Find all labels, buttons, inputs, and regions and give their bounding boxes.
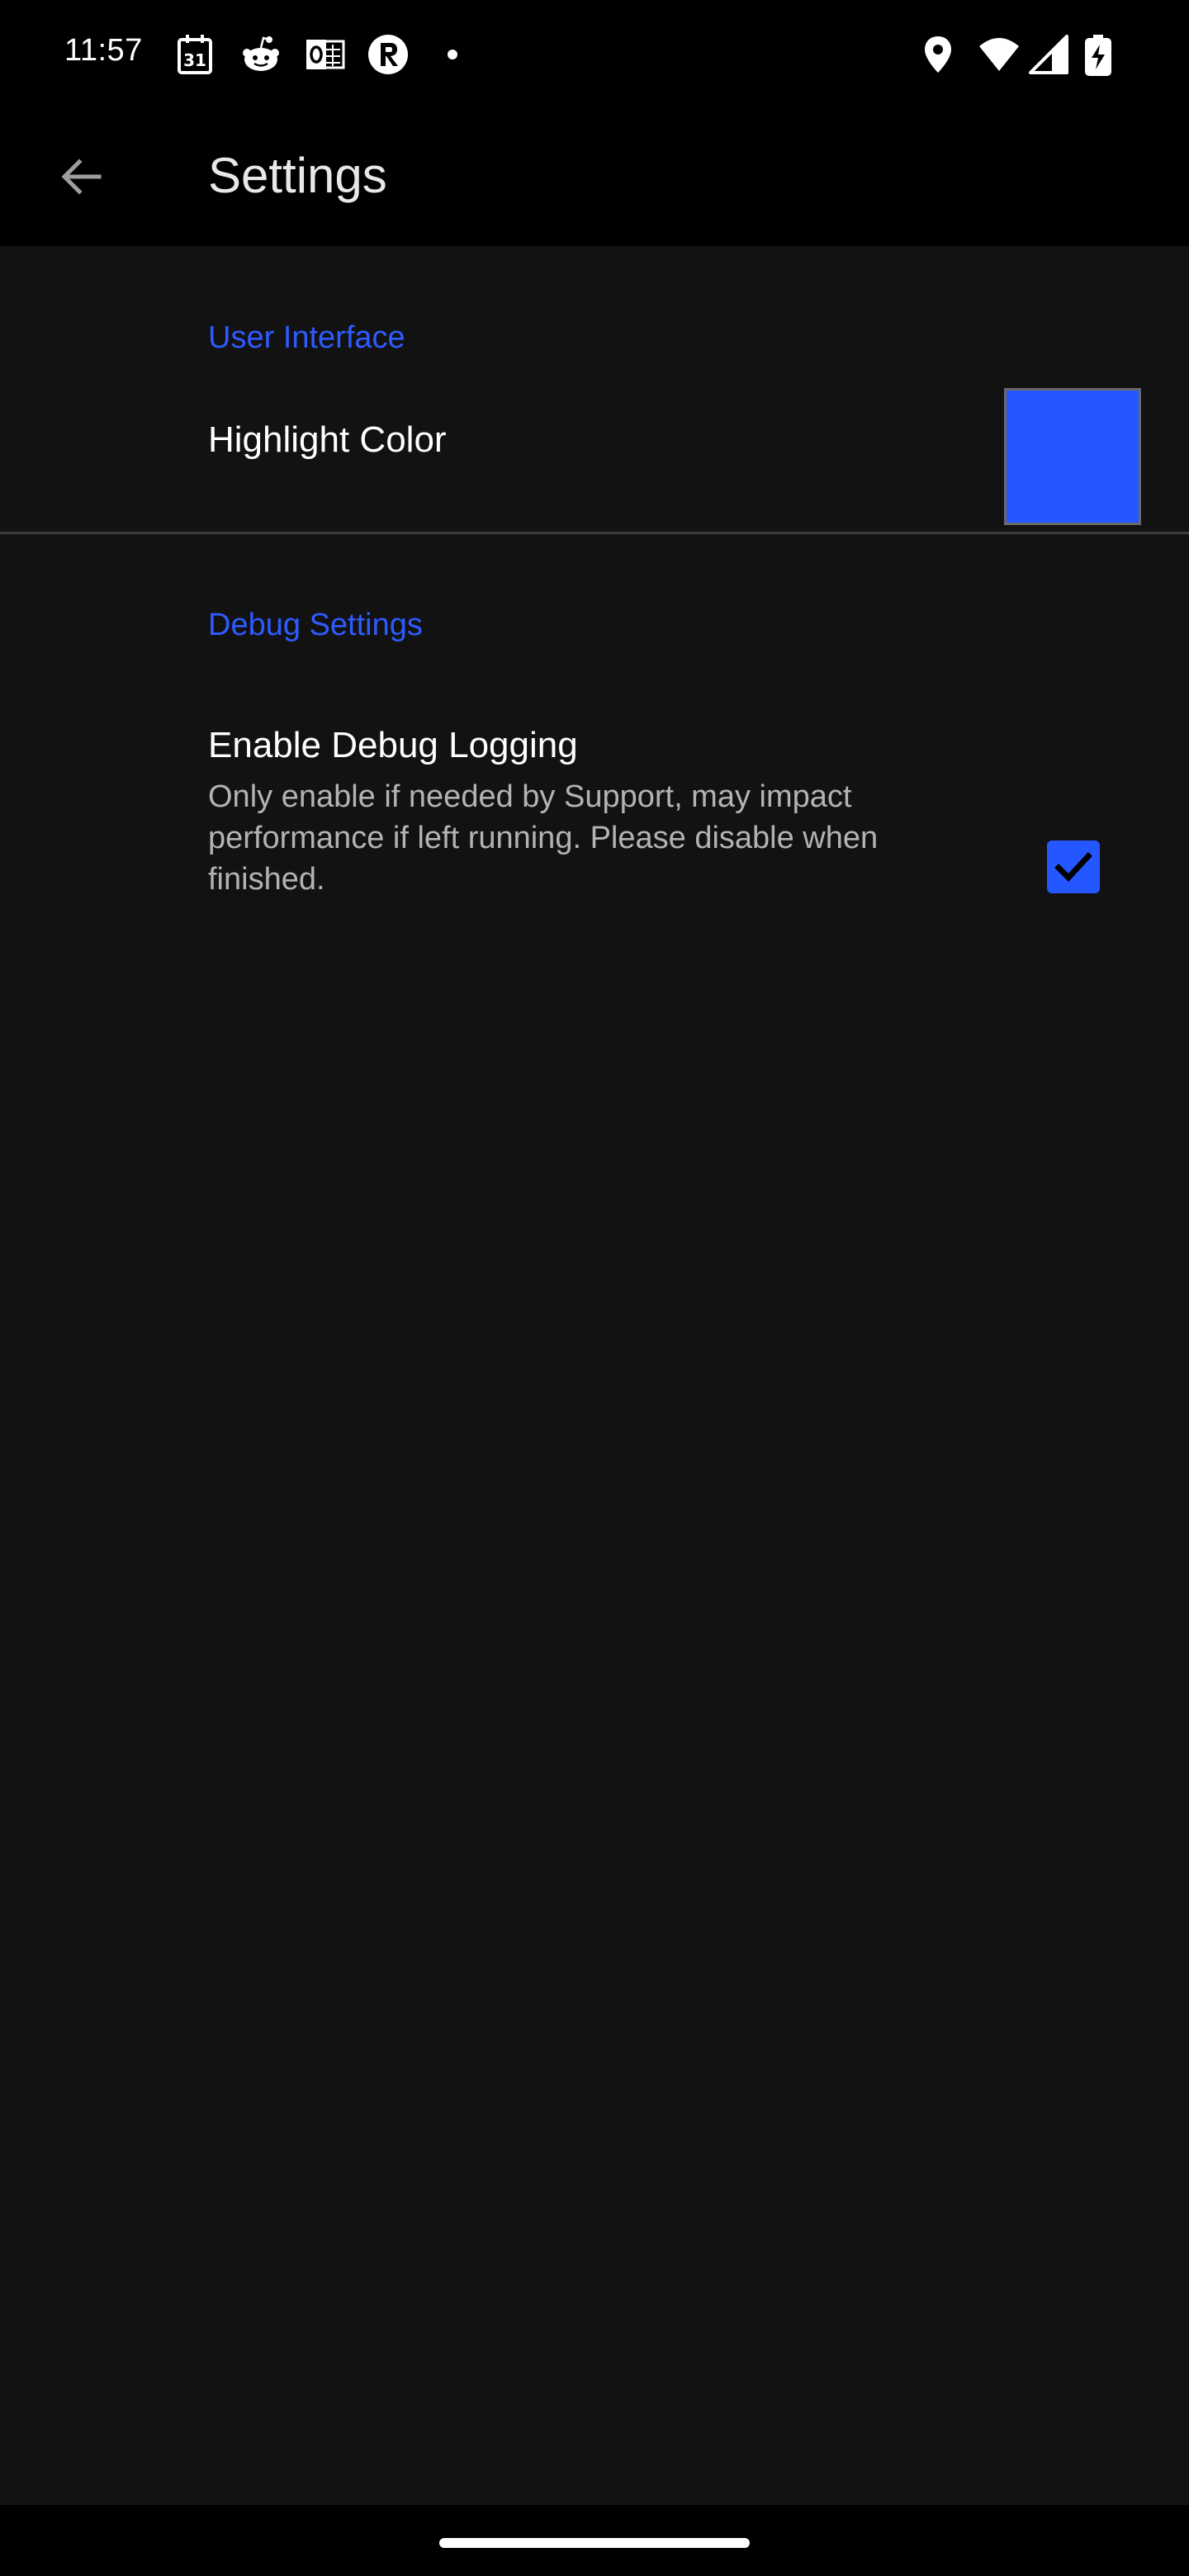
highlight-color-preference[interactable]: Highlight Color [0, 370, 1189, 525]
status-time: 11:57 [64, 33, 143, 68]
r-app-icon [368, 35, 408, 74]
enable-debug-logging-title: Enable Debug Logging [208, 725, 578, 765]
navigation-bar [0, 2505, 1189, 2576]
wifi-icon [979, 38, 1019, 71]
enable-debug-logging-checkbox[interactable] [1047, 841, 1100, 893]
arrow-left-icon [61, 159, 102, 195]
section-header-user-interface: User Interface [208, 320, 405, 355]
enable-debug-logging-preference[interactable]: Enable Debug Logging Only enable if need… [0, 708, 1189, 1154]
calendar-icon: 31 [178, 35, 212, 74]
status-bar: 11:57 31 [0, 0, 1189, 109]
section-divider [0, 532, 1189, 534]
app-bar: Settings [0, 109, 1189, 246]
home-gesture-handle[interactable] [439, 2538, 750, 2548]
battery-charging-icon [1085, 35, 1111, 76]
location-icon [925, 36, 951, 73]
back-button[interactable] [48, 144, 114, 210]
dot-icon [448, 50, 457, 59]
highlight-color-swatch[interactable] [1004, 388, 1141, 525]
calendar-day: 31 [183, 50, 206, 70]
settings-content[interactable]: User Interface Highlight Color Debug Set… [0, 246, 1189, 2505]
page-title: Settings [208, 148, 387, 203]
outlook-icon [306, 40, 345, 69]
highlight-color-title: Highlight Color [208, 419, 447, 460]
checkmark-icon [1054, 852, 1092, 883]
signal-icon [1029, 35, 1068, 74]
reddit-icon [243, 36, 279, 71]
enable-debug-logging-summary: Only enable if needed by Support, may im… [208, 779, 879, 897]
section-header-debug-settings: Debug Settings [208, 608, 423, 642]
